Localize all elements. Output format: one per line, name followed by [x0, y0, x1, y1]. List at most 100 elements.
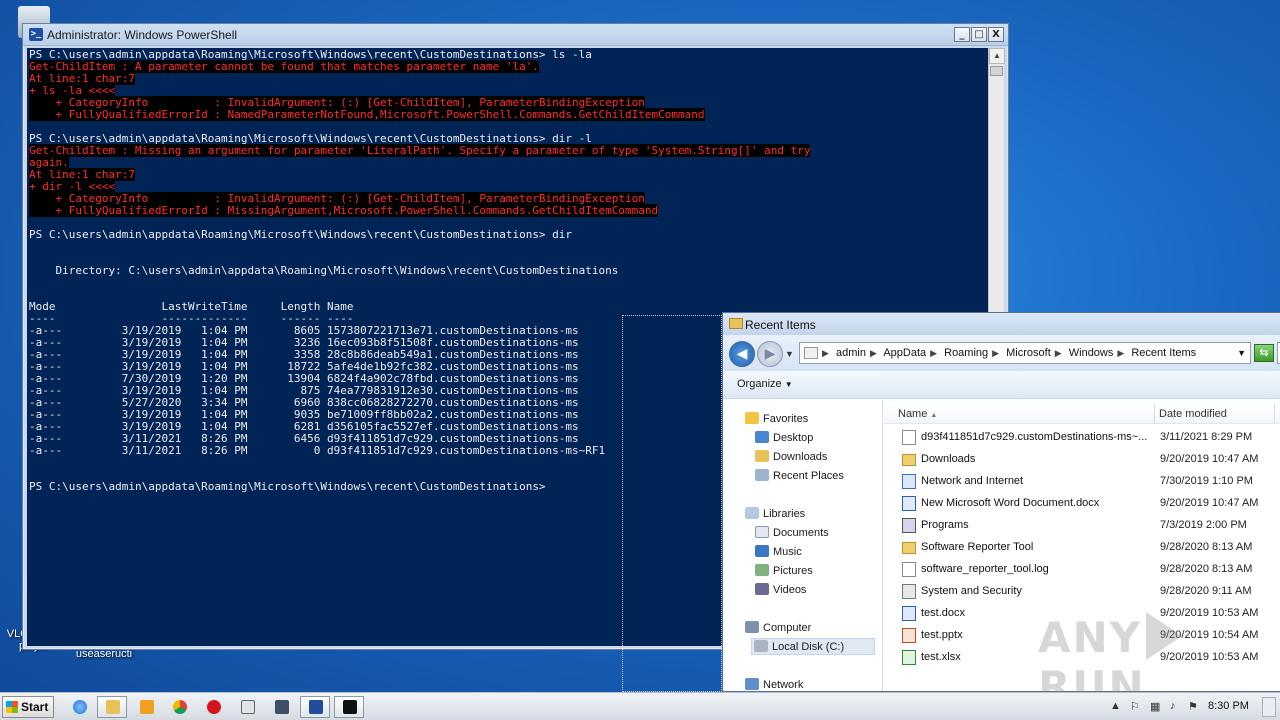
column-name-header[interactable]: Name ▲ — [898, 408, 937, 420]
nav-videos[interactable]: Videos — [755, 583, 806, 596]
file-date-modified: 7/3/2019 2:00 PM — [1160, 519, 1247, 531]
back-button[interactable]: ◀ — [729, 341, 755, 367]
show-hidden-icons-icon[interactable]: ▲ — [1110, 700, 1121, 712]
taskbar-opera[interactable] — [198, 696, 228, 718]
file-row[interactable]: System and Security 9/28/2020 9:11 AM — [884, 581, 1280, 603]
nav-label: Documents — [773, 527, 829, 539]
explorer-titlebar[interactable]: Recent Items — [723, 313, 1280, 335]
nav-recent-places[interactable]: Recent Places — [755, 469, 844, 482]
breadcrumb-appdata[interactable]: AppData — [883, 347, 926, 359]
computer-icon — [745, 621, 759, 633]
header-label: Name — [898, 408, 928, 420]
breadcrumb-microsoft[interactable]: Microsoft — [1006, 347, 1051, 359]
network-tool-icon — [275, 700, 289, 714]
nav-libraries[interactable]: Libraries — [745, 507, 805, 520]
videos-icon — [755, 583, 769, 595]
nav-desktop[interactable]: Desktop — [755, 431, 813, 444]
taskbar-window[interactable] — [232, 696, 262, 718]
powershell-titlebar[interactable]: >_ Administrator: Windows PowerShell _ □… — [23, 24, 1008, 46]
network-status-icon[interactable]: ▦ — [1150, 700, 1160, 713]
word-icon — [902, 496, 916, 511]
console-line: At line:1 char:7 — [29, 168, 810, 181]
show-desktop-button[interactable] — [1262, 697, 1276, 717]
chevron-right-icon[interactable]: ▶ — [992, 348, 999, 358]
generic-file-icon — [902, 430, 916, 445]
column-date-header[interactable]: Date modified — [1159, 408, 1227, 420]
organize-button[interactable]: Organize ▼ — [737, 378, 793, 390]
file-name: Programs — [921, 519, 969, 531]
taskbar-media-player[interactable] — [131, 696, 161, 718]
taskbar-powershell[interactable] — [300, 696, 330, 718]
nav-downloads[interactable]: Downloads — [755, 450, 827, 463]
output-text: PS C:\users\admin\appdata\Roaming\Micros… — [29, 480, 546, 493]
nav-favorites[interactable]: Favorites — [745, 412, 808, 425]
console-line: Get-ChildItem : Missing an argument for … — [29, 144, 811, 157]
address-dropdown-icon[interactable]: ▼ — [1237, 343, 1246, 363]
close-button[interactable]: X — [988, 27, 1004, 42]
chevron-right-icon[interactable]: ▶ — [930, 348, 937, 358]
address-row: ◀ ▶ ▼ ▶ admin ▶ AppData ▶ Roaming ▶ Microso… — [723, 335, 1280, 371]
taskbar-explorer[interactable] — [97, 696, 127, 718]
powershell-icon — [309, 700, 323, 714]
volume-icon[interactable]: ♪ — [1170, 700, 1176, 712]
taskbar-cmd[interactable] — [334, 696, 364, 718]
taskbar-chrome[interactable] — [164, 696, 194, 718]
start-button[interactable]: Start — [2, 696, 54, 718]
file-row[interactable]: Programs 7/3/2019 2:00 PM — [884, 515, 1280, 537]
file-row[interactable]: Network and Internet 7/30/2019 1:10 PM — [884, 471, 1280, 493]
flag-icon[interactable]: ⚑ — [1188, 700, 1198, 713]
taskbar-ie[interactable] — [64, 696, 94, 718]
nav-label: Desktop — [773, 432, 814, 444]
command-bar: Organize ▼ — [723, 371, 1280, 399]
clock[interactable]: 8:30 PM — [1208, 700, 1249, 712]
chevron-right-icon[interactable]: ▶ — [1055, 348, 1062, 358]
programs-icon — [902, 518, 916, 533]
nav-network[interactable]: Network — [745, 678, 803, 691]
nav-music[interactable]: Music — [755, 545, 802, 558]
chevron-right-icon[interactable]: ▶ — [1117, 348, 1124, 358]
scrollbar-thumb[interactable] — [990, 66, 1003, 76]
recent-pages-dropdown-icon[interactable]: ▼ — [785, 349, 794, 359]
network-icon — [745, 678, 759, 690]
file-name: d93f411851d7c929.customDestinations-ms~.… — [921, 431, 1148, 443]
window-icon — [241, 700, 255, 714]
forward-button[interactable]: ▶ — [757, 341, 783, 367]
refresh-button[interactable]: ⇆ — [1254, 344, 1274, 362]
breadcrumb-recent-items[interactable]: Recent Items — [1131, 347, 1196, 359]
column-divider[interactable] — [1274, 404, 1275, 424]
address-bar[interactable]: ▶ admin ▶ AppData ▶ Roaming ▶ Microsoft ▶ Wi… — [799, 342, 1251, 364]
file-row[interactable]: Software Reporter Tool 9/28/2020 8:13 AM — [884, 537, 1280, 559]
taskbar-network-tool[interactable] — [266, 696, 296, 718]
nav-local-disk[interactable]: Local Disk (C:) — [751, 638, 876, 655]
maximize-button[interactable]: □ — [971, 27, 987, 42]
file-name: Downloads — [921, 453, 976, 465]
folder-icon — [729, 318, 743, 329]
nav-computer[interactable]: Computer — [745, 621, 811, 634]
column-divider[interactable] — [1154, 404, 1155, 424]
chrome-icon — [173, 700, 187, 714]
nav-pictures[interactable]: Pictures — [755, 564, 813, 577]
chevron-right-icon[interactable]: ▶ — [822, 348, 829, 358]
powershell-icon: >_ — [29, 28, 43, 41]
breadcrumb-roaming[interactable]: Roaming — [944, 347, 988, 359]
breadcrumb-admin[interactable]: admin — [836, 347, 866, 359]
scroll-up-arrow-icon[interactable]: ▲ — [989, 48, 1005, 64]
word-icon — [902, 606, 916, 621]
file-row[interactable]: d93f411851d7c929.customDestinations-ms~.… — [884, 427, 1280, 449]
file-date-modified: 7/30/2019 1:10 PM — [1160, 475, 1253, 487]
documents-icon — [755, 526, 769, 538]
action-center-icon[interactable]: ⚐ — [1130, 700, 1140, 713]
libraries-icon — [745, 507, 759, 519]
nav-label: Network — [763, 679, 804, 691]
error-text: + FullyQualifiedErrorId : MissingArgumen… — [29, 204, 659, 217]
file-row[interactable]: New Microsoft Word Document.docx 9/20/201… — [884, 493, 1280, 515]
chevron-right-icon[interactable]: ▶ — [870, 348, 877, 358]
console-line: + FullyQualifiedErrorId : MissingArgumen… — [29, 204, 810, 217]
file-row[interactable]: Downloads 9/20/2019 10:47 AM — [884, 449, 1280, 471]
minimize-button[interactable]: _ — [954, 27, 970, 42]
nav-documents[interactable]: Documents — [755, 526, 829, 539]
file-date-modified: 9/20/2019 10:47 AM — [1160, 497, 1259, 509]
breadcrumb-windows[interactable]: Windows — [1069, 347, 1114, 359]
file-row[interactable]: software_reporter_tool.log 9/28/2020 8:13… — [884, 559, 1280, 581]
